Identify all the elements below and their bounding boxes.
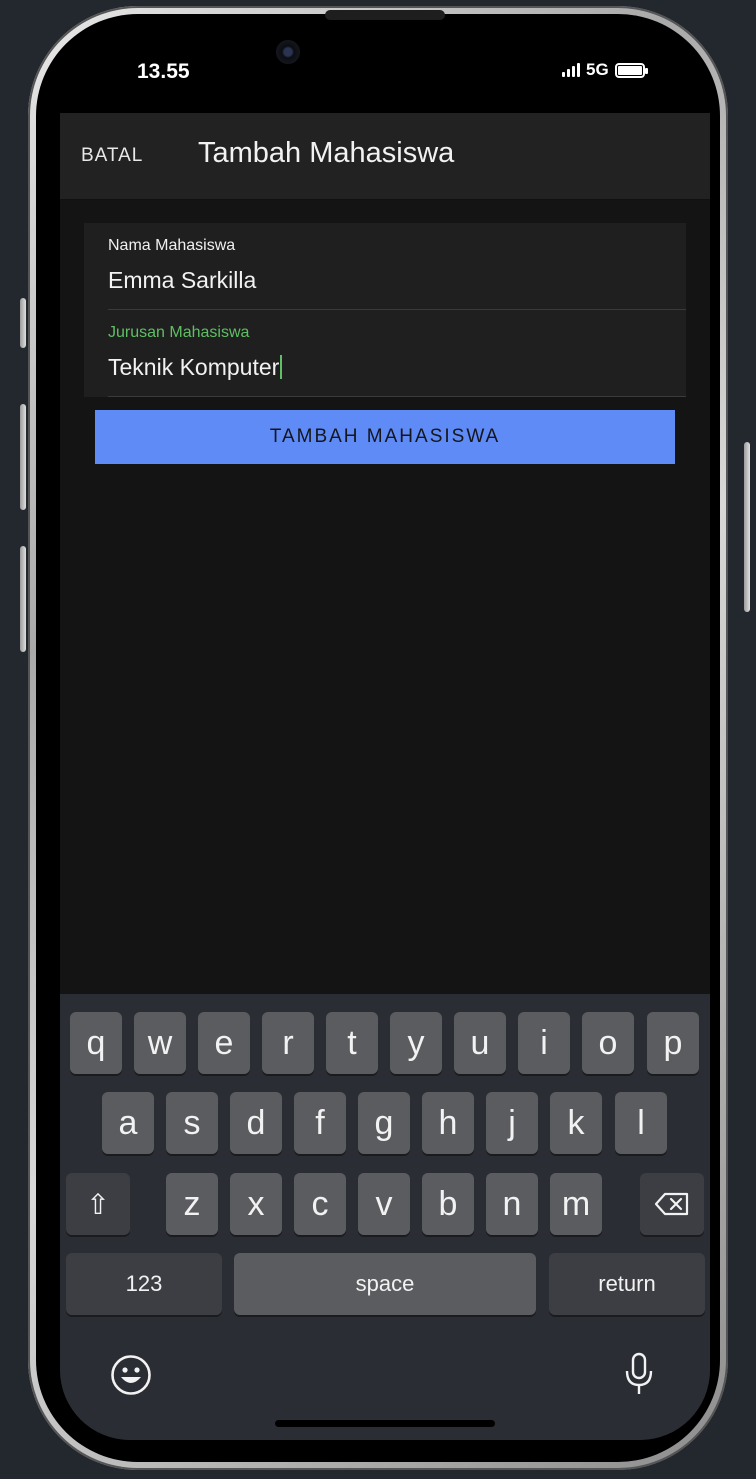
shift-key[interactable]: ⇧ [66,1173,130,1235]
name-field-label: Nama Mahasiswa [108,237,236,254]
return-key[interactable]: return [549,1253,705,1315]
key-o[interactable]: o [582,1012,634,1074]
major-field-value[interactable]: Teknik Komputer [108,354,279,380]
major-field-label: Jurusan Mahasiswa [108,324,250,341]
microphone-icon[interactable] [622,1352,656,1398]
status-time: 13.55 [137,60,190,83]
key-t[interactable]: t [326,1012,378,1074]
key-r[interactable]: r [262,1012,314,1074]
app-bar: BATAL Tambah Mahasiswa [60,113,710,199]
key-q[interactable]: q [70,1012,122,1074]
status-indicators: 5G [562,60,648,80]
key-k[interactable]: k [550,1092,602,1154]
cancel-button[interactable]: BATAL [81,145,143,167]
key-h[interactable]: h [422,1092,474,1154]
action-button [20,298,26,348]
network-type: 5G [586,60,609,79]
home-indicator[interactable] [275,1420,495,1427]
key-v[interactable]: v [358,1173,410,1235]
text-cursor [280,355,283,379]
key-w[interactable]: w [134,1012,186,1074]
key-e[interactable]: e [198,1012,250,1074]
shift-icon: ⇧ [86,1188,110,1220]
app-screen: BATAL Tambah Mahasiswa Nama Mahasiswa Em… [60,113,710,1440]
key-g[interactable]: g [358,1092,410,1154]
volume-down-button [20,546,26,652]
key-z[interactable]: z [166,1173,218,1235]
major-field[interactable]: Jurusan Mahasiswa Teknik Komputer [108,310,686,397]
power-button [744,442,750,612]
key-y[interactable]: y [390,1012,442,1074]
name-field-value[interactable]: Emma Sarkilla [108,267,256,294]
key-b[interactable]: b [422,1173,474,1235]
emoji-icon[interactable] [110,1354,152,1396]
key-u[interactable]: u [454,1012,506,1074]
key-n[interactable]: n [486,1173,538,1235]
on-screen-keyboard: q w e r t y u i o p a s d f g h j k l ⇧ … [60,994,710,1440]
key-a[interactable]: a [102,1092,154,1154]
backspace-icon [654,1192,689,1216]
key-f[interactable]: f [294,1092,346,1154]
key-x[interactable]: x [230,1173,282,1235]
backspace-key[interactable] [640,1173,704,1235]
add-student-button[interactable]: TAMBAH MAHASISWA [95,410,675,464]
key-c[interactable]: c [294,1173,346,1235]
key-i[interactable]: i [518,1012,570,1074]
student-form: Nama Mahasiswa Emma Sarkilla Jurusan Mah… [84,223,686,397]
key-m[interactable]: m [550,1173,602,1235]
name-field[interactable]: Nama Mahasiswa Emma Sarkilla [108,223,686,310]
battery-icon [614,62,648,78]
key-l[interactable]: l [615,1092,667,1154]
key-j[interactable]: j [486,1092,538,1154]
key-s[interactable]: s [166,1092,218,1154]
front-camera [276,40,300,64]
key-p[interactable]: p [647,1012,699,1074]
space-key[interactable]: space [234,1253,536,1315]
numbers-key[interactable]: 123 [66,1253,222,1315]
key-d[interactable]: d [230,1092,282,1154]
volume-up-button [20,404,26,510]
earpiece [325,10,445,20]
page-title: Tambah Mahasiswa [198,137,455,169]
major-field-value-wrap[interactable]: Teknik Komputer [108,354,283,381]
signal-icon [562,63,580,77]
